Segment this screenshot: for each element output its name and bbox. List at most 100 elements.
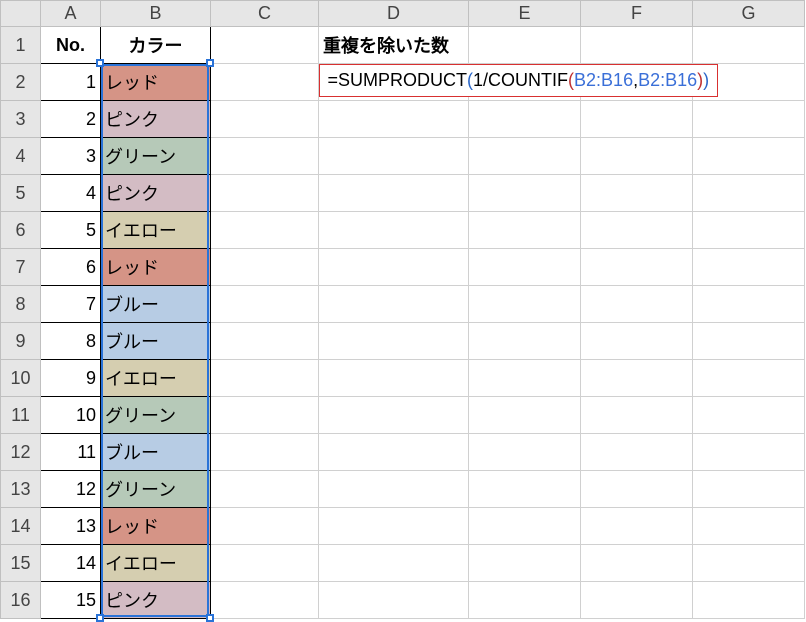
- cell[interactable]: [693, 175, 805, 212]
- cell[interactable]: 7: [41, 286, 101, 323]
- row-header-3[interactable]: 3: [1, 101, 41, 138]
- cell[interactable]: 2: [41, 101, 101, 138]
- cell[interactable]: [319, 249, 469, 286]
- cell[interactable]: 9: [41, 360, 101, 397]
- cell[interactable]: [319, 434, 469, 471]
- row-header-13[interactable]: 13: [1, 471, 41, 508]
- cell[interactable]: グリーン: [101, 471, 211, 508]
- cell[interactable]: 8: [41, 323, 101, 360]
- cell[interactable]: グリーン: [101, 397, 211, 434]
- cell[interactable]: [211, 27, 319, 64]
- cell[interactable]: [469, 175, 581, 212]
- col-header-F[interactable]: F: [581, 1, 693, 27]
- col-header-B[interactable]: B: [101, 1, 211, 27]
- cell[interactable]: 11: [41, 434, 101, 471]
- cell[interactable]: [319, 545, 469, 582]
- cell[interactable]: [211, 138, 319, 175]
- cell[interactable]: [211, 64, 319, 101]
- cell[interactable]: 10: [41, 397, 101, 434]
- cell[interactable]: [319, 138, 469, 175]
- cell[interactable]: ピンク: [101, 175, 211, 212]
- cell[interactable]: [211, 323, 319, 360]
- col-header-D[interactable]: D: [319, 1, 469, 27]
- cell[interactable]: 重複を除いた数: [319, 27, 469, 64]
- cell[interactable]: [319, 286, 469, 323]
- cell[interactable]: [469, 545, 581, 582]
- cell[interactable]: [319, 101, 469, 138]
- cell[interactable]: レッド: [101, 249, 211, 286]
- cell[interactable]: [693, 582, 805, 619]
- cell[interactable]: レッド: [101, 508, 211, 545]
- cell[interactable]: [693, 397, 805, 434]
- cell[interactable]: [211, 212, 319, 249]
- cell[interactable]: [581, 582, 693, 619]
- cell[interactable]: 15: [41, 582, 101, 619]
- cell[interactable]: [211, 360, 319, 397]
- cell[interactable]: No.: [41, 27, 101, 64]
- cell[interactable]: ピンク: [101, 101, 211, 138]
- cell[interactable]: [469, 27, 581, 64]
- cell[interactable]: [469, 508, 581, 545]
- row-header-5[interactable]: 5: [1, 175, 41, 212]
- row-header-12[interactable]: 12: [1, 434, 41, 471]
- cell[interactable]: [693, 434, 805, 471]
- cell[interactable]: [319, 323, 469, 360]
- row-header-4[interactable]: 4: [1, 138, 41, 175]
- cell[interactable]: イエロー: [101, 545, 211, 582]
- cell[interactable]: [211, 286, 319, 323]
- cell[interactable]: [693, 249, 805, 286]
- cell[interactable]: [581, 101, 693, 138]
- cell[interactable]: [581, 360, 693, 397]
- cell[interactable]: [211, 175, 319, 212]
- cell[interactable]: [469, 249, 581, 286]
- cell[interactable]: [469, 471, 581, 508]
- cell[interactable]: 4: [41, 175, 101, 212]
- cell[interactable]: 14: [41, 545, 101, 582]
- cell[interactable]: ブルー: [101, 434, 211, 471]
- cell[interactable]: [693, 323, 805, 360]
- cell[interactable]: [319, 582, 469, 619]
- cell[interactable]: イエロー: [101, 212, 211, 249]
- cell[interactable]: 3: [41, 138, 101, 175]
- cell[interactable]: [211, 249, 319, 286]
- cell[interactable]: [469, 101, 581, 138]
- cell[interactable]: [469, 582, 581, 619]
- cell[interactable]: [469, 434, 581, 471]
- row-header-14[interactable]: 14: [1, 508, 41, 545]
- cell[interactable]: 5: [41, 212, 101, 249]
- cell[interactable]: [469, 323, 581, 360]
- col-header-E[interactable]: E: [469, 1, 581, 27]
- cell[interactable]: [581, 397, 693, 434]
- row-header-16[interactable]: 16: [1, 582, 41, 619]
- cell[interactable]: [693, 138, 805, 175]
- cell[interactable]: ブルー: [101, 286, 211, 323]
- cell[interactable]: [469, 360, 581, 397]
- cell[interactable]: [581, 286, 693, 323]
- cell[interactable]: [693, 508, 805, 545]
- cell[interactable]: [211, 397, 319, 434]
- cell[interactable]: [319, 175, 469, 212]
- cell[interactable]: [581, 545, 693, 582]
- cell[interactable]: [211, 582, 319, 619]
- row-header-7[interactable]: 7: [1, 249, 41, 286]
- cell[interactable]: ブルー: [101, 323, 211, 360]
- formula-edit-box[interactable]: =SUMPRODUCT(1/COUNTIF(B2:B16,B2:B16)): [319, 64, 719, 97]
- cell[interactable]: [581, 138, 693, 175]
- cell[interactable]: [211, 434, 319, 471]
- cell[interactable]: [693, 212, 805, 249]
- cell[interactable]: イエロー: [101, 360, 211, 397]
- cell[interactable]: [693, 286, 805, 323]
- cell[interactable]: [319, 212, 469, 249]
- cell[interactable]: [693, 101, 805, 138]
- row-header-1[interactable]: 1: [1, 27, 41, 64]
- row-header-2[interactable]: 2: [1, 64, 41, 101]
- cell[interactable]: [319, 471, 469, 508]
- cell[interactable]: [693, 471, 805, 508]
- cell[interactable]: [319, 397, 469, 434]
- cell[interactable]: [581, 434, 693, 471]
- row-header-15[interactable]: 15: [1, 545, 41, 582]
- row-header-10[interactable]: 10: [1, 360, 41, 397]
- cell[interactable]: [319, 360, 469, 397]
- cell[interactable]: [469, 138, 581, 175]
- cell[interactable]: [211, 101, 319, 138]
